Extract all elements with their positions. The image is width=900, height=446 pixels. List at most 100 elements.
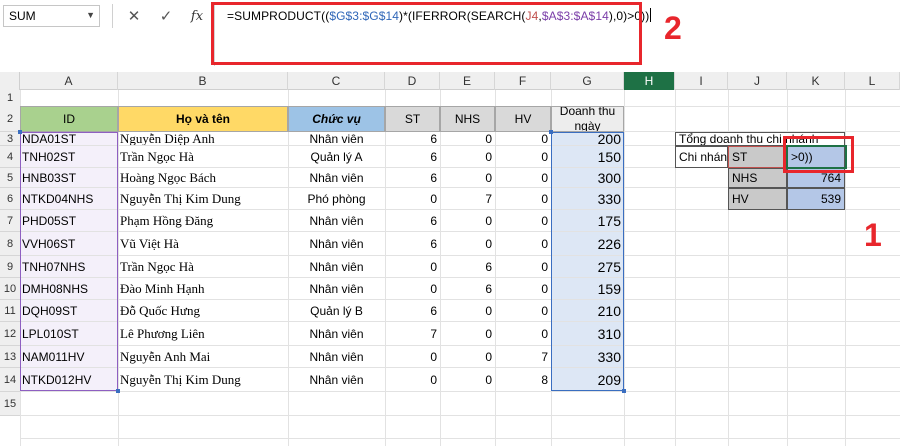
row-header-3[interactable]: 3 — [0, 132, 20, 146]
table-cell[interactable]: 8 — [495, 368, 551, 391]
row-header-8[interactable]: 8 — [0, 232, 20, 256]
table-cell[interactable]: 0 — [385, 188, 440, 209]
table-cell[interactable]: 6 — [440, 278, 495, 299]
row-header-11[interactable]: 11 — [0, 300, 20, 322]
column-header-j[interactable]: J — [728, 72, 787, 90]
row-header-5[interactable]: 5 — [0, 168, 20, 188]
table-cell[interactable]: Quản lý B — [288, 300, 385, 321]
table-cell[interactable]: Vũ Việt Hà — [118, 232, 288, 255]
table-cell[interactable]: Phó phòng — [288, 188, 385, 209]
table-cell[interactable]: Nhân viên — [288, 278, 385, 299]
table-cell[interactable]: 0 — [440, 300, 495, 321]
table-cell[interactable]: 6 — [385, 146, 440, 167]
table-cell[interactable]: 0 — [495, 188, 551, 209]
table-cell[interactable]: Nhân viên — [288, 346, 385, 367]
table-cell[interactable]: Quản lý A — [288, 146, 385, 167]
table-cell[interactable]: Hoàng Ngọc Bách — [118, 168, 288, 187]
range-handle[interactable] — [622, 389, 626, 393]
table-cell[interactable]: Nhân viên — [288, 322, 385, 345]
table-cell[interactable]: 0 — [440, 210, 495, 231]
column-header-f[interactable]: F — [495, 72, 551, 90]
table-cell[interactable]: 6 — [385, 232, 440, 255]
table-cell[interactable]: Trần Ngọc Hà — [118, 256, 288, 277]
row-header-14[interactable]: 14 — [0, 368, 20, 392]
column-header-b[interactable]: B — [118, 72, 288, 90]
chevron-down-icon[interactable]: ▼ — [86, 10, 95, 20]
column-header-d[interactable]: D — [385, 72, 440, 90]
table-cell[interactable]: Nguyễn Anh Mai — [118, 346, 288, 367]
row-header-4[interactable]: 4 — [0, 146, 20, 168]
table-cell[interactable]: 0 — [440, 232, 495, 255]
table-cell[interactable]: Đỗ Quốc Hưng — [118, 300, 288, 321]
table-cell[interactable]: 0 — [495, 132, 551, 145]
table-cell[interactable]: 0 — [495, 210, 551, 231]
table-cell[interactable]: 0 — [385, 346, 440, 367]
table-cell[interactable]: 0 — [440, 368, 495, 391]
summary-value-cell[interactable]: 539 — [787, 188, 845, 210]
column-header-i[interactable]: I — [675, 72, 728, 90]
table-cell[interactable]: 0 — [495, 232, 551, 255]
table-cell[interactable]: 0 — [440, 322, 495, 345]
table-cell[interactable]: 0 — [495, 278, 551, 299]
table-cell[interactable]: 0 — [495, 168, 551, 187]
table-cell[interactable]: 6 — [385, 300, 440, 321]
table-cell[interactable]: 0 — [495, 146, 551, 167]
table-cell[interactable]: Lê Phương Liên — [118, 322, 288, 345]
range-handle[interactable] — [18, 130, 22, 134]
table-cell[interactable]: 6 — [385, 132, 440, 145]
column-header-a[interactable]: A — [20, 72, 118, 90]
row-header-1[interactable]: 1 — [0, 90, 20, 107]
table-cell[interactable]: Nhân viên — [288, 232, 385, 255]
name-box[interactable]: SUM ▼ — [3, 5, 100, 27]
table-cell[interactable]: 0 — [440, 132, 495, 145]
row-header-6[interactable]: 6 — [0, 188, 20, 210]
table-cell[interactable]: 0 — [440, 146, 495, 167]
table-cell[interactable]: Trần Ngọc Hà — [118, 146, 288, 167]
row-header-10[interactable]: 10 — [0, 278, 20, 300]
column-header-h[interactable]: H — [624, 72, 675, 90]
column-header-c[interactable]: C — [288, 72, 385, 90]
table-cell[interactable]: Đào Minh Hạnh — [118, 278, 288, 299]
summary-branch-cell[interactable]: NHS — [728, 168, 787, 188]
table-cell[interactable]: Nguyễn Thị Kim Dung — [118, 368, 288, 391]
column-header-e[interactable]: E — [440, 72, 495, 90]
row-header-12[interactable]: 12 — [0, 322, 20, 346]
row-header-7[interactable]: 7 — [0, 210, 20, 232]
table-cell[interactable]: Nhân viên — [288, 210, 385, 231]
table-cell[interactable]: Nguyễn Thị Kim Dung — [118, 188, 288, 209]
column-header-g[interactable]: G — [551, 72, 624, 90]
table-cell[interactable]: Nhân viên — [288, 132, 385, 145]
row-header-9[interactable]: 9 — [0, 256, 20, 278]
column-header-l[interactable]: L — [845, 72, 900, 90]
table-cell[interactable]: 0 — [385, 368, 440, 391]
row-header-15[interactable]: 15 — [0, 392, 20, 416]
select-all-corner[interactable] — [0, 72, 20, 90]
table-cell[interactable]: 7 — [495, 346, 551, 367]
column-header-k[interactable]: K — [787, 72, 845, 90]
table-cell[interactable]: 0 — [440, 346, 495, 367]
table-cell[interactable]: 7 — [440, 188, 495, 209]
range-handle[interactable] — [116, 389, 120, 393]
table-cell[interactable]: 6 — [385, 168, 440, 187]
table-cell[interactable]: Nhân viên — [288, 256, 385, 277]
table-cell[interactable]: Nhân viên — [288, 168, 385, 187]
table-cell[interactable]: 0 — [495, 322, 551, 345]
cancel-icon[interactable]: ✕ — [123, 6, 145, 26]
enter-icon[interactable]: ✓ — [155, 6, 177, 26]
table-cell[interactable]: 0 — [440, 168, 495, 187]
table-cell[interactable]: Nguyễn Diệp Anh — [118, 132, 288, 145]
table-cell[interactable]: 6 — [385, 210, 440, 231]
range-handle[interactable] — [549, 130, 553, 134]
summary-branch-cell[interactable]: HV — [728, 188, 787, 210]
table-cell[interactable]: 0 — [385, 278, 440, 299]
table-cell[interactable]: 0 — [495, 300, 551, 321]
table-cell[interactable]: 7 — [385, 322, 440, 345]
row-header-13[interactable]: 13 — [0, 346, 20, 368]
table-cell[interactable]: 0 — [495, 256, 551, 277]
table-cell[interactable]: 0 — [385, 256, 440, 277]
table-cell[interactable]: 6 — [440, 256, 495, 277]
insert-function-button[interactable]: fx — [186, 6, 208, 26]
table-cell[interactable]: Nhân viên — [288, 368, 385, 391]
row-header-2[interactable]: 2 — [0, 106, 20, 132]
table-cell[interactable]: Phạm Hồng Đăng — [118, 210, 288, 231]
